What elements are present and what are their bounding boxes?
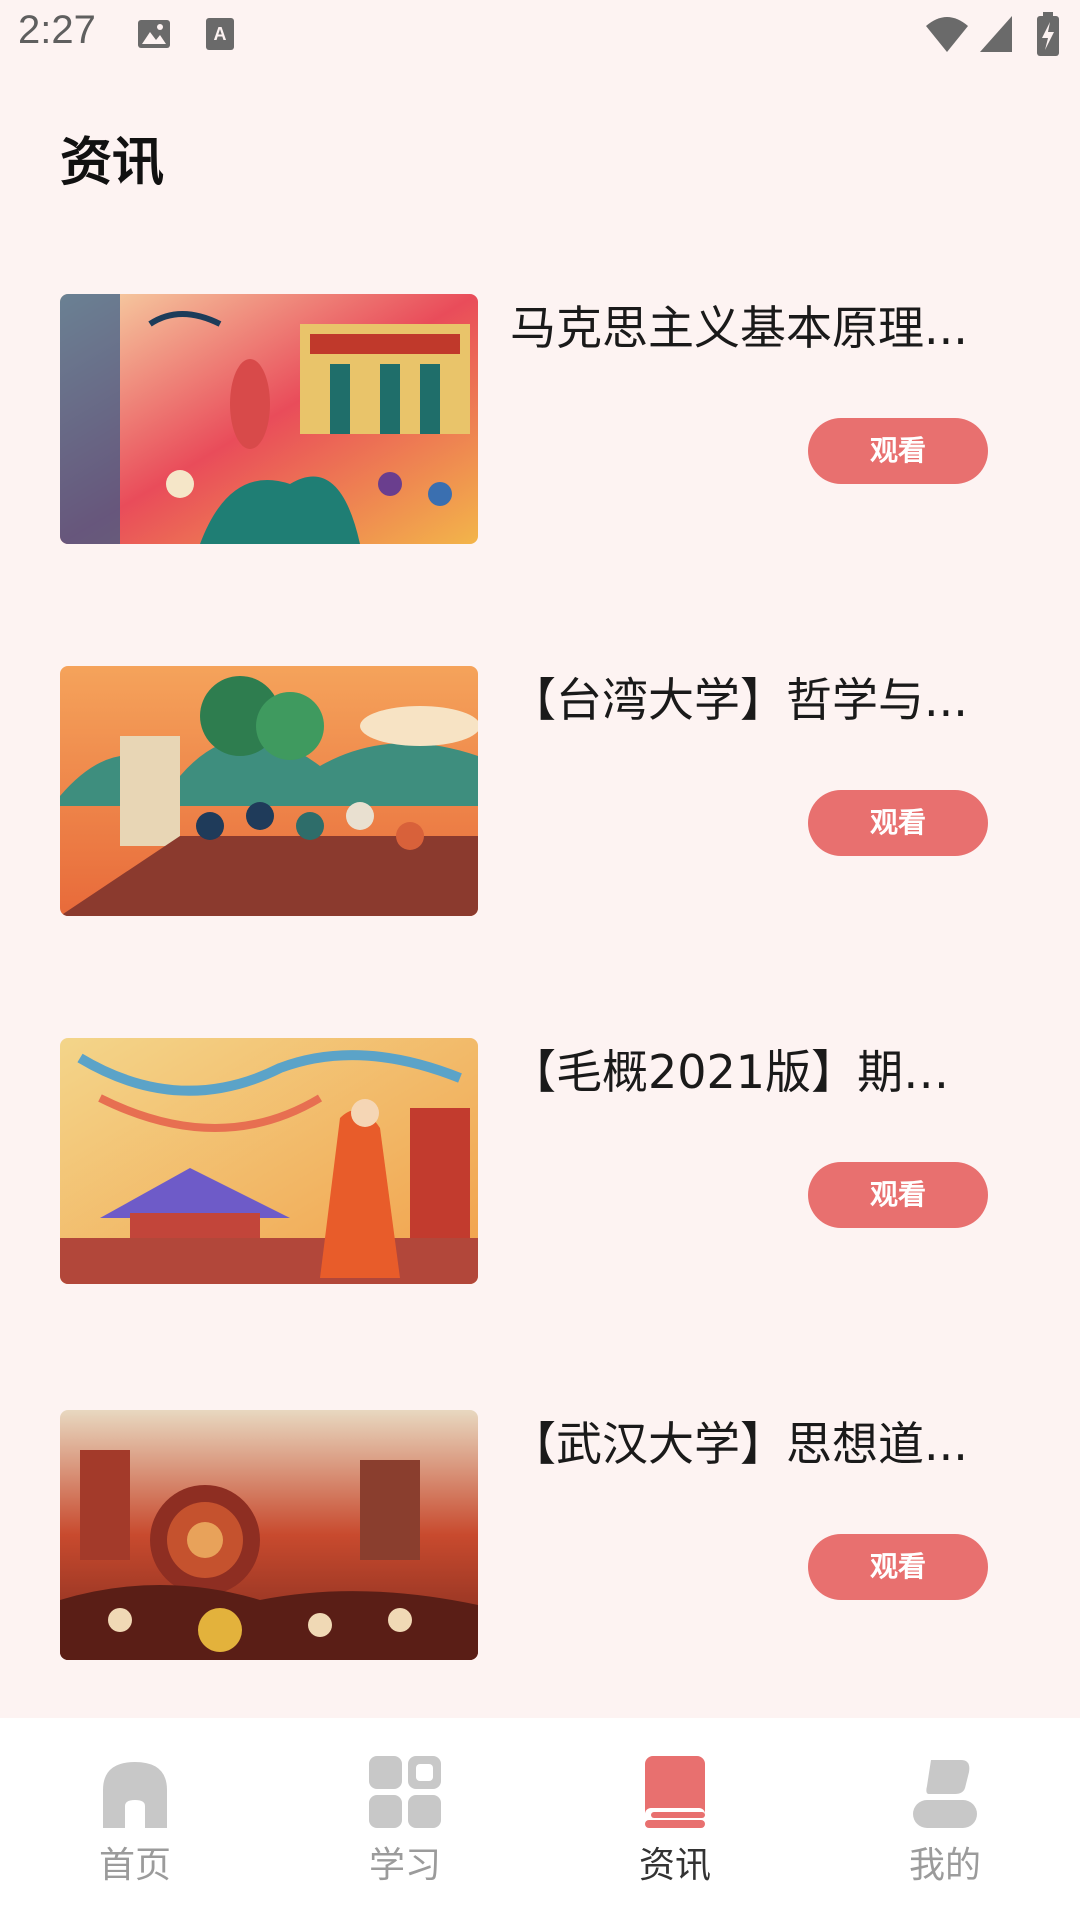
- nav-item-news[interactable]: 资讯: [540, 1718, 810, 1888]
- news-thumbnail[interactable]: [60, 294, 478, 544]
- news-title: 【武汉大学】思想道...: [510, 1417, 968, 1471]
- nav-item-home[interactable]: 首页: [0, 1718, 270, 1888]
- wifi-icon: [924, 14, 970, 58]
- signal-icon: [978, 14, 1014, 58]
- text-a-icon: A: [204, 16, 236, 56]
- news-thumbnail[interactable]: [60, 1410, 478, 1660]
- book-icon: [639, 1756, 711, 1828]
- image-icon: [136, 16, 172, 56]
- news-item[interactable]: 【毛概2021版】期末... 观看: [0, 1038, 1080, 1284]
- grid-icon: [369, 1756, 441, 1828]
- nav-item-profile[interactable]: 我的: [810, 1718, 1080, 1888]
- news-item[interactable]: 【台湾大学】哲学与... 观看: [0, 666, 1080, 916]
- news-item[interactable]: 马克思主义基本原理... 观看: [0, 294, 1080, 544]
- nav-label: 资讯: [638, 1845, 711, 1886]
- news-title: 马克思主义基本原理...: [510, 301, 968, 355]
- page-title: 资讯: [60, 133, 165, 193]
- home-icon: [99, 1756, 171, 1828]
- news-item[interactable]: 【武汉大学】思想道... 观看: [0, 1410, 1080, 1660]
- watch-button[interactable]: 观看: [808, 790, 988, 856]
- status-time: 2:27: [18, 8, 96, 52]
- news-title: 【毛概2021版】期末...: [510, 1045, 980, 1099]
- nav-label: 学习: [368, 1845, 441, 1886]
- news-thumbnail[interactable]: [60, 1038, 478, 1284]
- nav-item-study[interactable]: 学习: [270, 1718, 540, 1888]
- watch-button[interactable]: 观看: [808, 418, 988, 484]
- news-title: 【台湾大学】哲学与...: [510, 673, 968, 727]
- bottom-nav: 首页 学习 资讯 我的: [0, 1718, 1080, 1920]
- svg-text:A: A: [214, 24, 227, 44]
- watch-button[interactable]: 观看: [808, 1534, 988, 1600]
- nav-label: 我的: [908, 1845, 981, 1886]
- status-bar: 2:27 A: [0, 0, 1080, 72]
- person-icon: [909, 1756, 981, 1828]
- nav-label: 首页: [98, 1845, 171, 1886]
- news-thumbnail[interactable]: [60, 666, 478, 916]
- watch-button[interactable]: 观看: [808, 1162, 988, 1228]
- battery-charging-icon: [1036, 12, 1060, 60]
